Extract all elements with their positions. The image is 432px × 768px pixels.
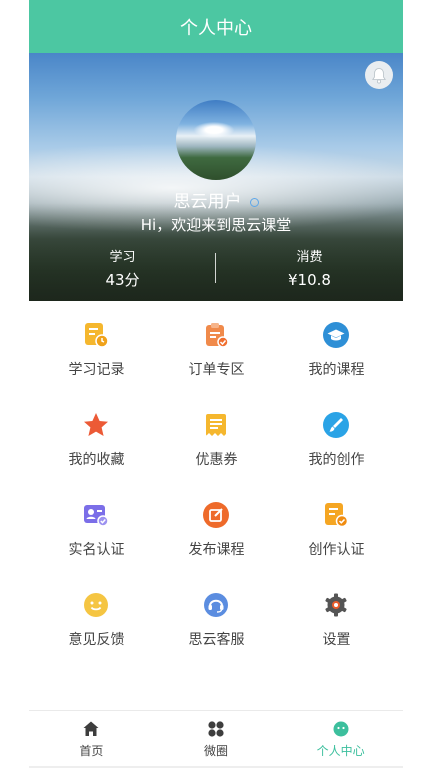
gear-icon (322, 591, 350, 619)
menu-item-label: 创作认证 (308, 542, 365, 558)
tab-label: 个人中心 (316, 744, 365, 758)
menu-item-customer-service[interactable]: 思云客服 (154, 571, 279, 661)
profile-banner: 思云用户 Hi，欢迎来到思云课堂 学习 43分 消费 ¥10.8 (29, 53, 403, 301)
menu-item-label: 学习记录 (68, 362, 125, 378)
order-icon (202, 321, 230, 349)
stat-spend-value: ¥10.8 (288, 271, 331, 289)
menu-item-my-creations[interactable]: 我的创作 (274, 391, 399, 481)
menu-item-study-record[interactable]: 学习记录 (34, 301, 159, 391)
circle-icon (208, 721, 224, 737)
brush-icon (322, 411, 350, 439)
menu-item-label: 我的课程 (308, 362, 365, 378)
edit-icon (202, 501, 230, 529)
menu-item-favorites[interactable]: 我的收藏 (34, 391, 159, 481)
page-title: 个人中心 (180, 17, 252, 39)
coupon-icon (202, 411, 230, 439)
stat-spend[interactable]: 消费 ¥10.8 (216, 249, 403, 293)
stat-study[interactable]: 学习 43分 (29, 249, 216, 293)
menu-item-label: 我的创作 (308, 452, 365, 468)
greeting-text: Hi，欢迎来到思云课堂 (140, 216, 292, 234)
username: 思云用户 (173, 192, 242, 212)
tab-profile[interactable]: 个人中心 (278, 711, 403, 766)
menu-item-label: 意见反馈 (68, 632, 125, 648)
title-bar: 个人中心 (29, 0, 403, 53)
menu-item-feedback[interactable]: 意见反馈 (34, 571, 159, 661)
stat-spend-label: 消费 (296, 250, 323, 265)
app-screen: 个人中心 思云用户 Hi，欢迎来到思云课堂 学习 43分 消费 ¥10.8 学习… (29, 0, 403, 768)
smile-icon (82, 591, 110, 619)
menu-item-my-courses[interactable]: 我的课程 (274, 301, 399, 391)
menu-item-publish-course[interactable]: 发布课程 (154, 481, 279, 571)
menu-item-orders[interactable]: 订单专区 (154, 301, 279, 391)
tab-circle[interactable]: 微圈 (154, 711, 279, 766)
bell-icon (372, 67, 386, 83)
course-icon (322, 321, 350, 349)
profile-icon (333, 721, 349, 737)
menu-item-label: 设置 (322, 632, 351, 648)
stats-row: 学习 43分 消费 ¥10.8 (29, 249, 403, 293)
avatar[interactable] (176, 100, 256, 180)
menu-item-label: 我的收藏 (68, 452, 125, 468)
tab-label: 微圈 (204, 744, 229, 758)
menu-item-real-name[interactable]: 实名认证 (34, 481, 159, 571)
verified-icon (249, 197, 259, 207)
bottom-tab-bar: 首页 微圈 个人中心 (29, 710, 403, 766)
menu-item-label: 思云客服 (188, 632, 245, 648)
menu-item-label: 实名认证 (68, 542, 125, 558)
tab-home[interactable]: 首页 (29, 711, 154, 766)
menu-item-label: 订单专区 (188, 362, 245, 378)
study-record-icon (82, 321, 110, 349)
id-card-icon (82, 501, 110, 529)
menu-item-coupons[interactable]: 优惠券 (154, 391, 279, 481)
username-row: 思云用户 (29, 187, 403, 212)
star-icon (82, 411, 110, 439)
stat-study-value: 43分 (105, 271, 140, 289)
menu-item-creator-cert[interactable]: 创作认证 (274, 481, 399, 571)
menu-item-label: 发布课程 (188, 542, 245, 558)
notification-button[interactable] (365, 61, 393, 89)
certify-icon (322, 501, 350, 529)
menu-item-label: 优惠券 (195, 452, 238, 468)
stats-divider (215, 253, 216, 283)
stat-study-label: 学习 (109, 250, 136, 265)
tab-label: 首页 (79, 744, 104, 758)
service-icon (202, 591, 230, 619)
home-icon (83, 721, 99, 736)
menu-item-settings[interactable]: 设置 (274, 571, 399, 661)
